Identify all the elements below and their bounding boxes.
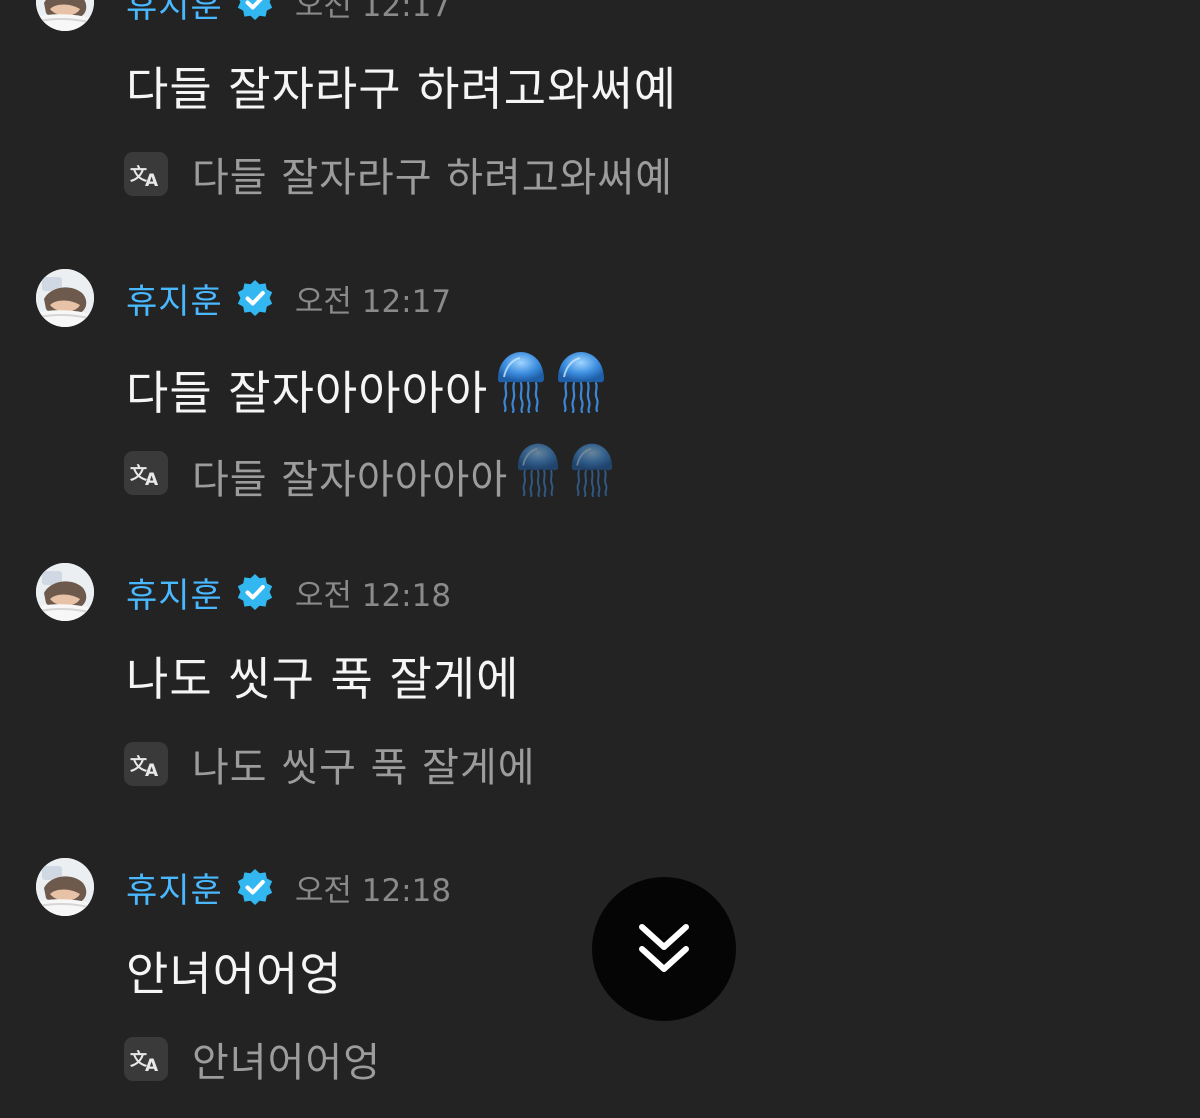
jellyfish-emoji-icon [554,349,608,413]
translate-icon[interactable] [124,742,168,786]
sender-name[interactable]: 휴지훈 [126,274,223,323]
translate-icon[interactable] [124,1037,168,1081]
jellyfish-emoji-icon [494,349,548,413]
message-time: 오전 12:18 [294,872,452,909]
chat-message: 휴지훈 오전 12:18 나도 씻구 푹 잘게에 나도 씻구 푹 잘게에 [0,563,1200,823]
avatar[interactable] [36,858,94,916]
message-text: 다들 잘자라구 하려고와써예 [126,62,678,116]
message-text-row: 다들 잘자아아아아 [126,349,608,423]
message-text: 나도 씻구 푹 잘게에 [126,652,520,706]
message-header: 휴지훈 오전 12:17 [126,0,452,27]
translation-text: 다들 잘자아아아아 [192,457,509,503]
sender-name[interactable]: 휴지훈 [126,568,223,617]
message-translation[interactable]: 나도 씻구 푹 잘게에 [124,735,536,793]
translation-text: 나도 씻구 푹 잘게에 [192,745,536,791]
avatar[interactable] [36,269,94,327]
translation-text: 안녀어어엉 [192,1040,381,1086]
translation-text-row: 다들 잘자아아아아 [192,441,616,505]
message-time: 오전 12:17 [294,0,452,24]
message-header: 휴지훈 오전 12:18 [126,568,452,617]
verified-badge-icon [235,0,275,22]
message-header: 휴지훈 오전 12:17 [126,274,452,323]
message-translation[interactable]: 다들 잘자아아아아 [124,441,616,505]
jellyfish-emoji-icon [514,441,562,497]
avatar[interactable] [36,563,94,621]
chat-message: 휴지훈 오전 12:18 안녀어어엉 안녀어어엉 [0,858,1200,1118]
translate-icon[interactable] [124,152,168,196]
translation-text: 다들 잘자라구 하려고와써예 [192,155,674,201]
sender-name[interactable]: 휴지훈 [126,0,223,27]
scroll-to-bottom-button[interactable] [592,877,736,1021]
jellyfish-emoji-icon [568,441,616,497]
avatar[interactable] [36,0,94,31]
message-header: 휴지훈 오전 12:18 [126,863,452,912]
verified-badge-icon [235,867,275,907]
double-chevron-down-icon [639,924,689,972]
message-text: 안녀어어엉 [126,947,343,1001]
translate-icon[interactable] [124,451,168,495]
chat-message: 휴지훈 오전 12:17 다들 잘자아아아아 다들 잘자아아아아 [0,269,1200,529]
message-translation[interactable]: 다들 잘자라구 하려고와써예 [124,145,673,203]
message-translation[interactable]: 안녀어어엉 [124,1030,381,1088]
chat-message-list[interactable]: 휴지훈 오전 12:17 다들 잘자라구 하려고와써예 다들 잘자라구 하려고와… [0,0,1200,1086]
verified-badge-icon [235,278,275,318]
message-text: 다들 잘자아아아아 [126,366,489,420]
sender-name[interactable]: 휴지훈 [126,863,223,912]
message-time: 오전 12:17 [294,283,452,320]
chat-message: 휴지훈 오전 12:17 다들 잘자라구 하려고와써예 다들 잘자라구 하려고와… [0,0,1200,233]
message-time: 오전 12:18 [294,577,452,614]
verified-badge-icon [235,572,275,612]
